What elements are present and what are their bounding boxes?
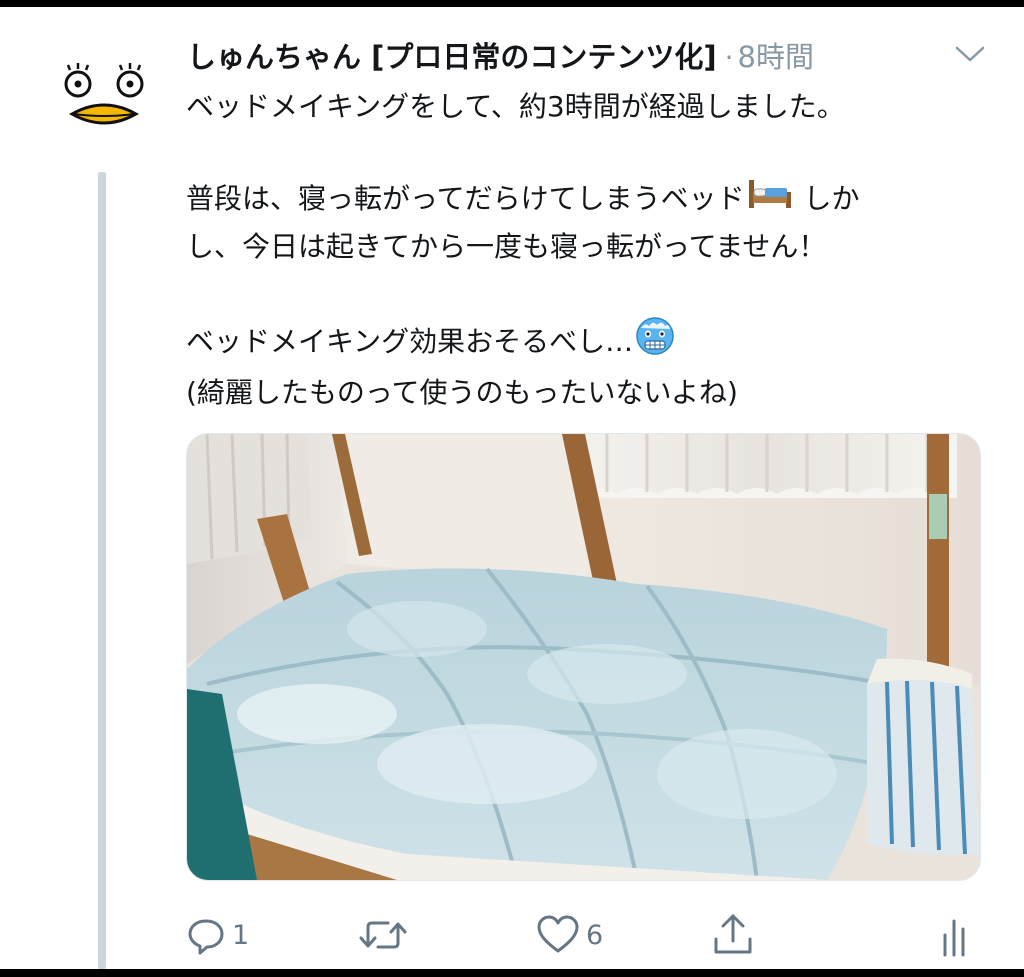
duck-face-avatar-icon <box>64 63 144 125</box>
tweet-text-line: (綺麗したものって使うのもったいないよね) <box>186 376 738 409</box>
share-button[interactable] <box>711 905 755 965</box>
retweet-icon <box>359 921 407 949</box>
author-display-name[interactable]: しゅんちゃん [プロ日常のコンテンツ化] <box>187 34 717 76</box>
reply-button[interactable]: 1 <box>186 905 249 965</box>
like-button[interactable]: 6 <box>536 905 603 965</box>
tweet-actions: 1 6 <box>186 905 986 965</box>
tweet-header: しゅんちゃん [プロ日常のコンテンツ化] · 8時間 <box>187 34 947 80</box>
tweet-text-line: ベッドメイキングをして、約3時間が経過しました。 <box>186 90 845 123</box>
analytics-button[interactable] <box>941 905 971 965</box>
heart-icon <box>537 915 579 953</box>
bed-emoji <box>747 176 793 224</box>
bed-photo <box>187 434 980 880</box>
tweet-text-fragment: 普段は、寝っ転がってだらけてしまうベッド <box>186 182 745 215</box>
thread-connector-line <box>98 172 106 969</box>
retweet-button[interactable] <box>358 905 414 965</box>
tweet-text-fragment: ベッドメイキング効果おそるべし… <box>186 325 634 358</box>
top-edge-bar <box>0 0 1024 7</box>
tweet-text-fragment: しか <box>794 182 860 215</box>
avatar[interactable] <box>58 62 150 134</box>
analytics-icon <box>943 919 965 957</box>
like-count: 6 <box>586 919 604 951</box>
tweet-media-photo[interactable] <box>186 433 981 881</box>
tweet-text-line: ベッドメイキング効果おそるべし… <box>186 316 986 370</box>
share-icon <box>714 914 752 954</box>
tweet-text: ベッドメイキングをして、約3時間が経過しました。 普段は、寝っ転がってだらけてし… <box>186 84 986 416</box>
tweet-timestamp[interactable]: 8時間 <box>738 34 814 76</box>
chevron-down-icon <box>955 46 985 62</box>
freezing-face-emoji <box>635 316 675 370</box>
reply-icon <box>188 919 224 955</box>
more-options-button[interactable] <box>953 42 987 66</box>
bottom-edge-bar <box>0 969 1024 977</box>
reply-count: 1 <box>232 919 250 951</box>
header-separator: · <box>724 41 734 74</box>
tweet-text-line: 普段は、寝っ転がってだらけてしまうベッド しか <box>186 176 986 224</box>
tweet-text-line: し、今日は起きてから一度も寝っ転がってません！ <box>186 230 827 263</box>
